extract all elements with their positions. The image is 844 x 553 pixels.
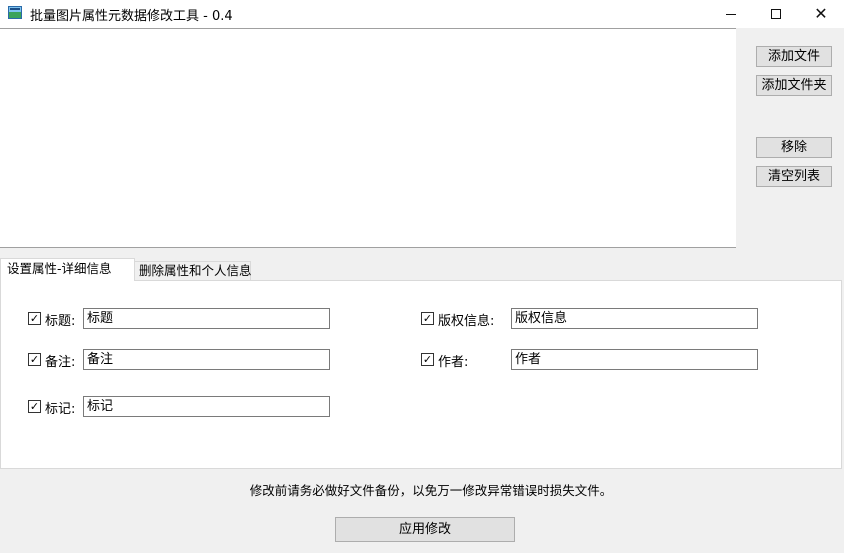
add-folder-button[interactable]: 添加文件夹 xyxy=(756,75,832,96)
tags-checkbox[interactable]: ✓ xyxy=(28,400,41,413)
copyright-input[interactable]: 版权信息 xyxy=(511,308,758,329)
remove-button[interactable]: 移除 xyxy=(756,137,832,158)
title-input[interactable]: 标题 xyxy=(83,308,330,329)
comment-label: 备注: xyxy=(45,355,76,370)
tab-set-properties[interactable]: 设置属性-详细信息 xyxy=(0,258,135,281)
minimize-button[interactable] xyxy=(708,0,754,28)
tags-field: ✓ 标记: 标记 xyxy=(28,396,330,418)
author-input[interactable]: 作者 xyxy=(511,349,758,370)
author-checkbox[interactable]: ✓ xyxy=(421,353,434,366)
add-file-button[interactable]: 添加文件 xyxy=(756,46,832,67)
title-bar: 批量图片属性元数据修改工具 - 0.4 ✕ xyxy=(0,0,844,28)
apply-changes-button[interactable]: 应用修改 xyxy=(335,517,515,542)
minimize-icon xyxy=(726,13,736,15)
close-icon: ✕ xyxy=(814,4,828,23)
file-list[interactable] xyxy=(0,28,736,248)
copyright-field: ✓ 版权信息: 版权信息 xyxy=(421,308,758,330)
comment-field: ✓ 备注: 备注 xyxy=(28,349,330,371)
author-field: ✓ 作者: 作者 xyxy=(421,349,758,371)
title-checkbox[interactable]: ✓ xyxy=(28,312,41,325)
tags-label: 标记: xyxy=(45,402,76,417)
copyright-label: 版权信息: xyxy=(438,314,495,329)
tags-input[interactable]: 标记 xyxy=(83,396,330,417)
comment-checkbox[interactable]: ✓ xyxy=(28,353,41,366)
close-button[interactable]: ✕ xyxy=(798,0,844,28)
comment-input[interactable]: 备注 xyxy=(83,349,330,370)
window-title: 批量图片属性元数据修改工具 - 0.4 xyxy=(30,9,233,24)
tab-delete-properties[interactable]: 删除属性和个人信息 xyxy=(134,261,252,280)
title-field: ✓ 标题: 标题 xyxy=(28,308,330,330)
app-icon xyxy=(8,6,22,19)
maximize-icon xyxy=(771,9,781,19)
backup-warning: 修改前请务必做好文件备份，以免万一修改异常错误时损失文件。 xyxy=(249,483,613,498)
author-label: 作者: xyxy=(438,355,469,370)
maximize-button[interactable] xyxy=(753,0,799,28)
copyright-checkbox[interactable]: ✓ xyxy=(421,312,434,325)
title-label: 标题: xyxy=(45,314,76,329)
clear-list-button[interactable]: 清空列表 xyxy=(756,166,832,187)
